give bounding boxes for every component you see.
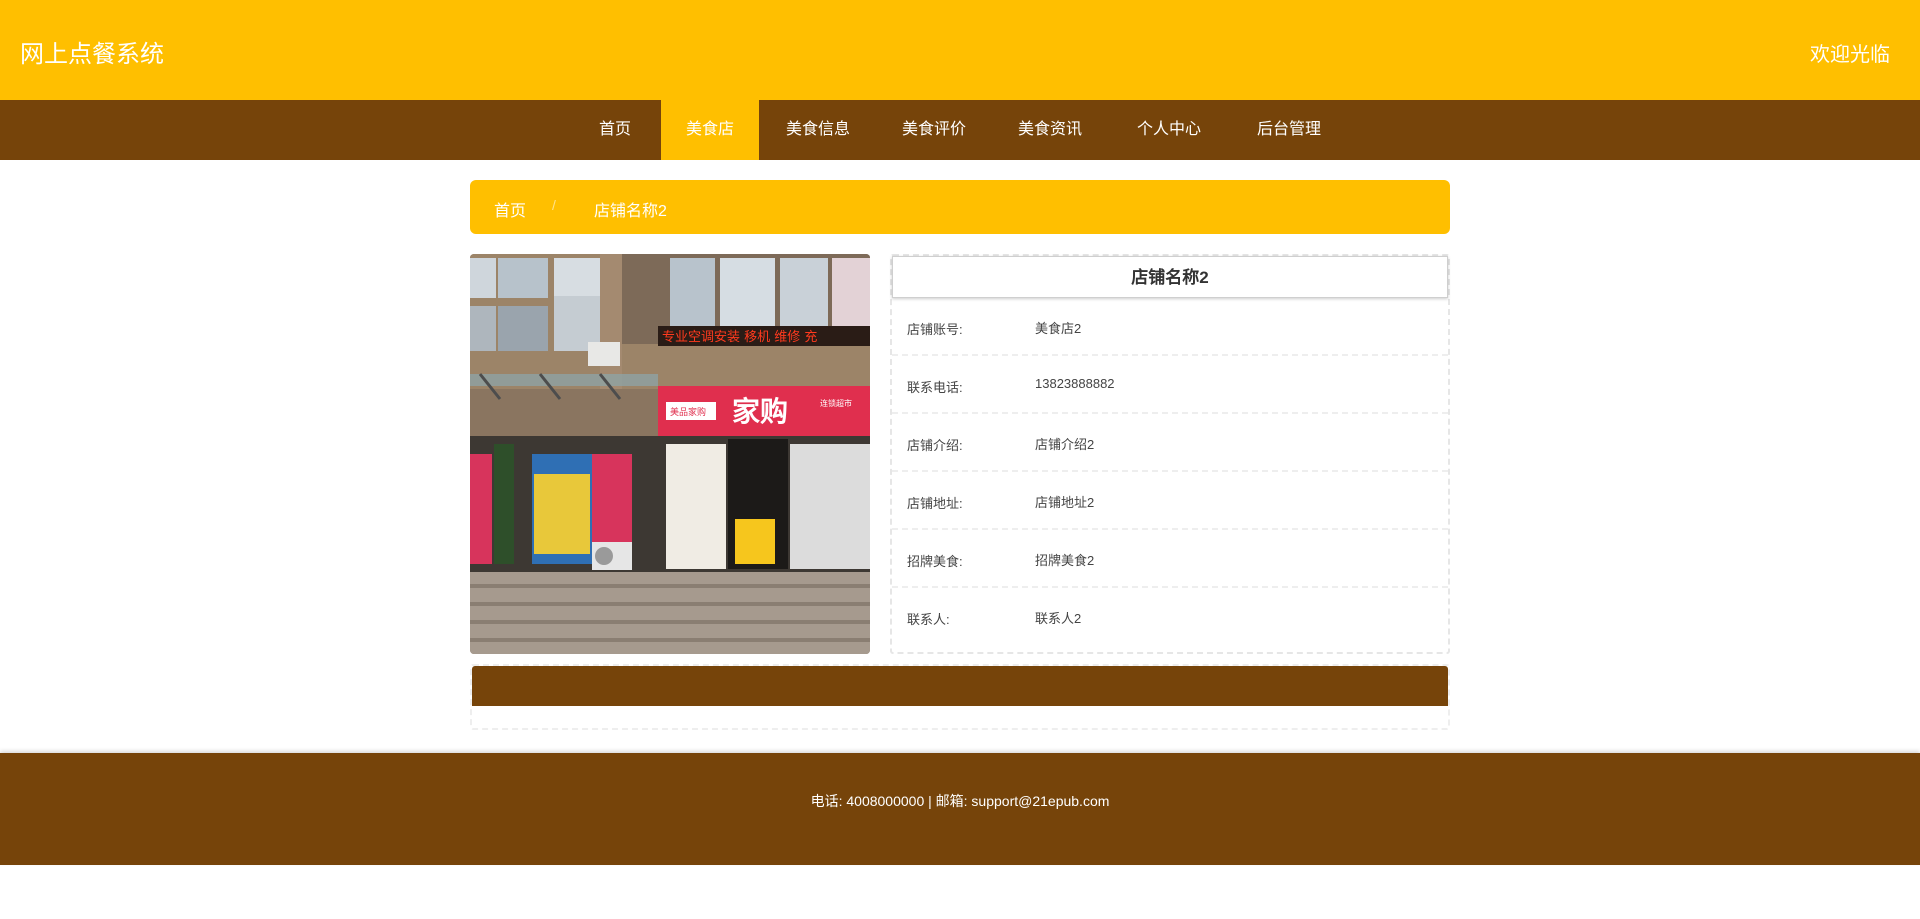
nav-item-home[interactable]: 首页 [575, 100, 655, 160]
breadcrumb-separator: / [552, 197, 556, 213]
nav-item-food-info[interactable]: 美食信息 [765, 100, 871, 160]
store-badge-text: 美品家购 [670, 406, 706, 418]
nav-item-food-shop[interactable]: 美食店 [661, 100, 759, 160]
info-label: 联系电话: [907, 380, 963, 395]
shop-title: 店铺名称2 [892, 256, 1448, 298]
details-section [470, 664, 1450, 730]
nav-item-personal-center[interactable]: 个人中心 [1116, 100, 1222, 160]
info-value: 13823888882 [1035, 376, 1115, 391]
led-sign-text: 专业空调安装 移机 维修 充 [662, 329, 817, 345]
info-label: 招牌美食: [907, 554, 963, 569]
info-row-address: 店铺地址: 店铺地址2 [892, 472, 1448, 530]
breadcrumb-current: 店铺名称2 [594, 203, 667, 220]
main-nav: 首页 美食店 美食信息 美食评价 美食资讯 个人中心 后台管理 [0, 100, 1920, 160]
info-value: 联系人2 [1035, 611, 1082, 626]
info-value: 店铺介绍2 [1035, 437, 1095, 452]
info-value: 店铺地址2 [1035, 495, 1095, 510]
info-label: 联系人: [907, 612, 950, 627]
footer: 电话: 4008000000 | 邮箱: support@21epub.com [0, 753, 1920, 865]
info-row-signature-dish: 招牌美食: 招牌美食2 [892, 530, 1448, 588]
info-row-account: 店铺账号: 美食店2 [892, 298, 1448, 356]
info-value: 美食店2 [1035, 321, 1082, 336]
site-title: 网上点餐系统 [20, 41, 164, 68]
nav-item-admin[interactable]: 后台管理 [1236, 100, 1342, 160]
store-sign-text: 家购 [732, 395, 788, 428]
shop-photo: 专业空调安装 移机 维修 充 美品家购 家购 连锁超市 [470, 254, 870, 654]
info-row-phone: 联系电话: 13823888882 [892, 356, 1448, 414]
welcome-text: 欢迎光临 [1810, 44, 1890, 66]
footer-contact-text: 电话: 4008000000 | 邮箱: support@21epub.com [810, 793, 1110, 809]
shop-info-panel: 店铺名称2 店铺账号: 美食店2 联系电话: 13823888882 店铺介绍:… [890, 254, 1450, 654]
details-section-header [472, 666, 1448, 706]
top-header: 网上点餐系统 欢迎光临 [0, 0, 1920, 100]
breadcrumb: 首页 / 店铺名称2 [470, 180, 1450, 234]
info-label: 店铺介绍: [907, 438, 963, 453]
store-side-text: 连锁超市 [820, 398, 852, 408]
info-label: 店铺地址: [907, 496, 963, 511]
nav-item-food-review[interactable]: 美食评价 [881, 100, 987, 160]
shop-photo-image: 专业空调安装 移机 维修 充 美品家购 家购 连锁超市 [470, 254, 870, 654]
info-value: 招牌美食2 [1035, 553, 1095, 568]
nav-item-food-news[interactable]: 美食资讯 [997, 100, 1103, 160]
breadcrumb-home[interactable]: 首页 [494, 197, 526, 221]
info-row-intro: 店铺介绍: 店铺介绍2 [892, 414, 1448, 472]
info-row-contact: 联系人: 联系人2 [892, 588, 1448, 646]
info-label: 店铺账号: [907, 322, 963, 337]
